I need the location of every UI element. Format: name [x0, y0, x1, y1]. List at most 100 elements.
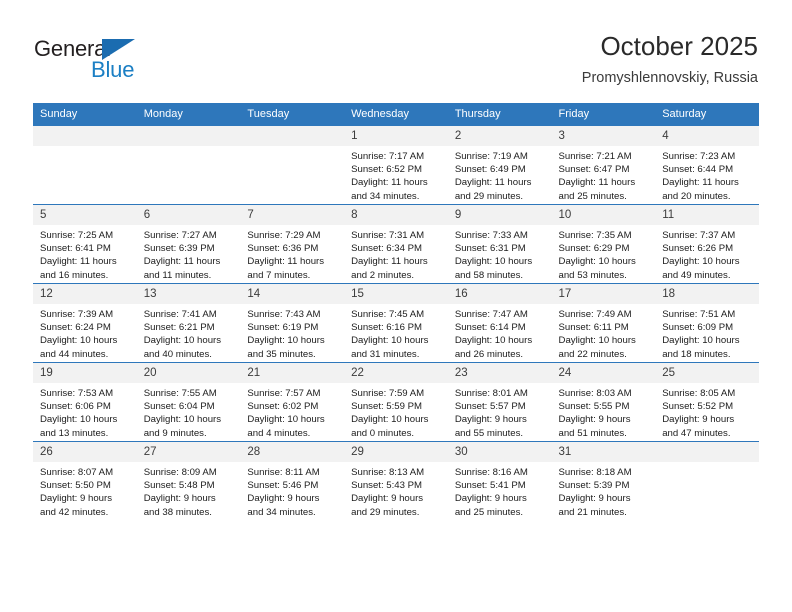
day-number: 10	[551, 205, 656, 225]
calendar-day-cell[interactable]: 10 Sunrise: 7:35 AM Sunset: 6:29 PM Dayligh…	[551, 204, 656, 284]
daylight-text-line1: Daylight: 10 hours	[558, 256, 636, 268]
calendar-day-cell[interactable]: 13 Sunrise: 7:41 AM Sunset: 6:21 PM Dayligh…	[136, 283, 241, 363]
calendar-day-cell[interactable]: 7 Sunrise: 7:29 AM Sunset: 6:36 PM Daylight…	[240, 204, 345, 284]
daylight-text-line2: and 7 minutes.	[247, 269, 311, 281]
calendar-day-cell[interactable]: 30 Sunrise: 8:16 AM Sunset: 5:41 PM Dayligh…	[447, 441, 552, 520]
daylight-text-line2: and 25 minutes.	[454, 506, 524, 518]
sunrise-text: Sunrise: 7:47 AM	[454, 309, 528, 320]
calendar-day-cell[interactable]: 29 Sunrise: 8:13 AM Sunset: 5:43 PM Dayligh…	[344, 441, 448, 520]
day-details: Sunrise: 8:13 AM Sunset: 5:43 PM Daylight:…	[344, 462, 448, 519]
calendar-day-cell[interactable]: 4 Sunrise: 7:23 AM Sunset: 6:44 PM Daylight…	[655, 125, 759, 205]
calendar-day-cell[interactable]: 2 Sunrise: 7:19 AM Sunset: 6:49 PM Daylight…	[447, 125, 552, 205]
day-details: Sunrise: 7:29 AM Sunset: 6:36 PM Daylight:…	[240, 225, 344, 282]
sunset-text: Sunset: 5:48 PM	[143, 480, 215, 492]
daylight-text-line2: and 58 minutes.	[454, 269, 524, 281]
calendar-day-cell[interactable]: 6 Sunrise: 7:27 AM Sunset: 6:39 PM Daylight…	[136, 204, 241, 284]
calendar-day-cell[interactable]: 11 Sunrise: 7:37 AM Sunset: 6:26 PM Dayligh…	[655, 204, 759, 284]
daylight-text-line2: and 13 minutes.	[40, 427, 109, 439]
sunrise-text: Sunrise: 7:25 AM	[40, 230, 114, 241]
calendar-day-cell[interactable]: 19 Sunrise: 7:53 AM Sunset: 6:06 PM Dayligh…	[33, 362, 137, 442]
sunset-text: Sunset: 5:39 PM	[558, 480, 630, 492]
calendar-day-cell[interactable]: 16 Sunrise: 7:47 AM Sunset: 6:14 PM Dayligh…	[447, 283, 552, 363]
sunrise-text: Sunrise: 7:17 AM	[351, 151, 425, 162]
calendar-day-cell[interactable]: 9 Sunrise: 7:33 AM Sunset: 6:31 PM Daylight…	[447, 204, 552, 284]
day-details: Sunrise: 7:37 AM Sunset: 6:26 PM Daylight:…	[655, 225, 759, 282]
calendar-week-row: 19 Sunrise: 7:53 AM Sunset: 6:06 PM Dayligh…	[33, 362, 759, 442]
calendar-day-cell[interactable]: 5 Sunrise: 7:25 AM Sunset: 6:41 PM Daylight…	[33, 204, 137, 284]
day-number	[655, 442, 759, 462]
sunset-text: Sunset: 6:44 PM	[662, 164, 734, 176]
day-number: 11	[655, 205, 759, 225]
daylight-text-line2: and 42 minutes.	[40, 506, 109, 518]
calendar-day-cell[interactable]: 24 Sunrise: 8:03 AM Sunset: 5:55 PM Dayligh…	[551, 362, 656, 442]
calendar-day-cell[interactable]: 1 Sunrise: 7:17 AM Sunset: 6:52 PM Daylight…	[344, 125, 448, 205]
calendar-day-cell[interactable]: 14 Sunrise: 7:43 AM Sunset: 6:19 PM Dayligh…	[240, 283, 345, 363]
day-number: 6	[136, 205, 241, 225]
weekday-header-wednesday: Wednesday	[344, 103, 448, 126]
day-details: Sunrise: 7:47 AM Sunset: 6:14 PM Daylight:…	[448, 304, 552, 361]
calendar-day-cell[interactable]: 27 Sunrise: 8:09 AM Sunset: 5:48 PM Dayligh…	[136, 441, 241, 520]
calendar-day-cell[interactable]: 15 Sunrise: 7:45 AM Sunset: 6:16 PM Dayligh…	[344, 283, 448, 363]
sunrise-text: Sunrise: 8:05 AM	[662, 388, 736, 399]
general-blue-logo[interactable]: General Blue	[34, 36, 214, 88]
day-number: 19	[33, 363, 137, 383]
calendar-day-cell[interactable]: 8 Sunrise: 7:31 AM Sunset: 6:34 PM Daylight…	[344, 204, 448, 284]
calendar-day-cell[interactable]: 25 Sunrise: 8:05 AM Sunset: 5:52 PM Dayligh…	[655, 362, 759, 442]
daylight-text-line2: and 22 minutes.	[558, 348, 627, 360]
daylight-text-line2: and 18 minutes.	[662, 348, 731, 360]
daylight-text-line1: Daylight: 9 hours	[40, 493, 112, 505]
weekday-header-friday: Friday	[551, 103, 656, 126]
sunrise-text: Sunrise: 7:39 AM	[40, 309, 114, 320]
daylight-text-line2: and 34 minutes.	[351, 190, 420, 202]
daylight-text-line2: and 38 minutes.	[143, 506, 212, 518]
daylight-text-line2: and 20 minutes.	[662, 190, 731, 202]
calendar-day-cell[interactable]: 22 Sunrise: 7:59 AM Sunset: 5:59 PM Dayligh…	[344, 362, 448, 442]
sunset-text: Sunset: 6:34 PM	[351, 243, 423, 255]
day-number: 1	[344, 126, 448, 146]
daylight-text-line2: and 55 minutes.	[454, 427, 524, 439]
sunrise-text: Sunrise: 8:16 AM	[454, 467, 528, 478]
daylight-text-line2: and 51 minutes.	[558, 427, 627, 439]
calendar-day-cell[interactable]: 21 Sunrise: 7:57 AM Sunset: 6:02 PM Dayligh…	[240, 362, 345, 442]
day-details: Sunrise: 7:41 AM Sunset: 6:21 PM Daylight:…	[137, 304, 241, 361]
day-number: 22	[344, 363, 448, 383]
sunrise-text: Sunrise: 7:45 AM	[351, 309, 425, 320]
daylight-text-line2: and 25 minutes.	[558, 190, 627, 202]
calendar-week-row: 5 Sunrise: 7:25 AM Sunset: 6:41 PM Daylight…	[33, 204, 759, 284]
calendar-day-cell[interactable]: 17 Sunrise: 7:49 AM Sunset: 6:11 PM Dayligh…	[551, 283, 656, 363]
sunset-text: Sunset: 6:29 PM	[558, 243, 630, 255]
daylight-text-line2: and 34 minutes.	[247, 506, 316, 518]
calendar-day-cell[interactable]: 23 Sunrise: 8:01 AM Sunset: 5:57 PM Dayligh…	[447, 362, 552, 442]
sunset-text: Sunset: 5:52 PM	[662, 401, 734, 413]
calendar-day-cell[interactable]: 26 Sunrise: 8:07 AM Sunset: 5:50 PM Dayligh…	[33, 441, 137, 520]
day-number: 20	[136, 363, 241, 383]
sunset-text: Sunset: 6:09 PM	[662, 322, 734, 334]
daylight-text-line1: Daylight: 10 hours	[558, 335, 636, 347]
sunset-text: Sunset: 5:41 PM	[454, 480, 526, 492]
sunset-text: Sunset: 6:39 PM	[143, 243, 215, 255]
daylight-text-line2: and 44 minutes.	[40, 348, 109, 360]
daylight-text-line2: and 29 minutes.	[351, 506, 420, 518]
calendar-day-cell[interactable]: 12 Sunrise: 7:39 AM Sunset: 6:24 PM Dayligh…	[33, 283, 137, 363]
day-number: 17	[551, 284, 656, 304]
daylight-text-line1: Daylight: 10 hours	[40, 414, 118, 426]
day-number: 23	[447, 363, 552, 383]
sunrise-text: Sunrise: 8:13 AM	[351, 467, 425, 478]
calendar-day-cell[interactable]: 28 Sunrise: 8:11 AM Sunset: 5:46 PM Dayligh…	[240, 441, 345, 520]
page-title: October 2025	[600, 31, 758, 61]
day-details: Sunrise: 7:49 AM Sunset: 6:11 PM Daylight:…	[552, 304, 656, 361]
day-number: 2	[447, 126, 552, 146]
calendar-body: 1 Sunrise: 7:17 AM Sunset: 6:52 PM Daylight…	[33, 125, 759, 520]
daylight-text-line1: Daylight: 9 hours	[351, 493, 424, 505]
daylight-text-line1: Daylight: 10 hours	[454, 256, 533, 268]
day-number: 16	[447, 284, 552, 304]
calendar-day-cell[interactable]: 20 Sunrise: 7:55 AM Sunset: 6:04 PM Dayligh…	[136, 362, 241, 442]
sunrise-text: Sunrise: 7:57 AM	[247, 388, 321, 399]
calendar-day-cell[interactable]: 18 Sunrise: 7:51 AM Sunset: 6:09 PM Dayligh…	[655, 283, 759, 363]
sunrise-text: Sunrise: 7:27 AM	[143, 230, 217, 241]
calendar-day-cell[interactable]: 31 Sunrise: 8:18 AM Sunset: 5:39 PM Dayligh…	[551, 441, 656, 520]
day-number: 25	[655, 363, 759, 383]
daylight-text-line1: Daylight: 11 hours	[247, 256, 325, 268]
sunset-text: Sunset: 6:41 PM	[40, 243, 111, 255]
calendar-day-cell[interactable]: 3 Sunrise: 7:21 AM Sunset: 6:47 PM Daylight…	[551, 125, 656, 205]
